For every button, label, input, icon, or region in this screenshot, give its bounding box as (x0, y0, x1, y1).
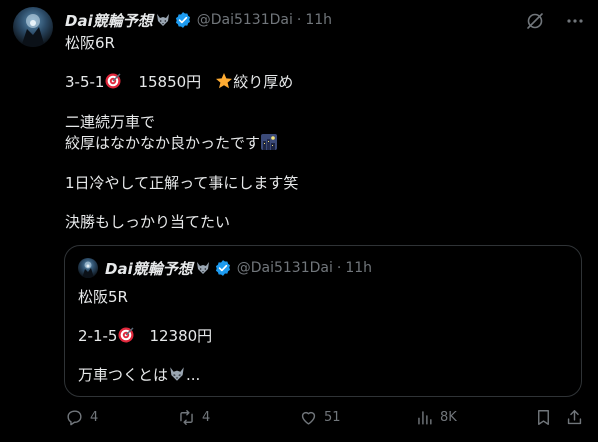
quoted-post-timestamp: 11h (345, 260, 372, 276)
view-count: 8K (440, 410, 457, 425)
night-city-emoji-icon (260, 133, 278, 156)
reply-count: 4 (90, 410, 99, 425)
quoted-bet-numbers: 2-1-5 (78, 327, 118, 345)
share-icon (567, 410, 582, 425)
post-timestamp[interactable]: 11h (305, 12, 332, 28)
wolf-emoji-icon (155, 12, 171, 28)
views-icon (418, 411, 432, 425)
verified-badge-icon (214, 259, 232, 277)
post-text-line-3: 二連続万車で (65, 113, 156, 131)
quoted-payout-amount: 12380円 (149, 327, 213, 345)
views-button[interactable]: 8K (415, 408, 457, 427)
post-text-line-6: 決勝もしっかり当てたい (65, 213, 231, 231)
strategy-note: 絞り厚め (233, 73, 294, 91)
quoted-text-line-3-text: 万車つくとは (78, 366, 169, 384)
quoted-author-avatar (78, 258, 98, 278)
bookmark-button[interactable] (534, 408, 553, 427)
quoted-text-line-3: 万車つくとは... (78, 365, 200, 388)
post-header: Dai競輪予想 @Dai5131Dai · 11h (65, 9, 332, 31)
verified-badge-icon[interactable] (174, 11, 192, 29)
wolf-emoji-icon (168, 365, 186, 388)
post[interactable]: Dai競輪予想 @Dai5131Dai · 11h 松阪6R 3-5-1 158… (0, 0, 598, 442)
quoted-author-handle: @Dai5131Dai (236, 260, 333, 276)
post-text-line-5: 1日冷やして正解って事にします笑 (65, 174, 299, 192)
reply-icon (67, 410, 82, 426)
author-name[interactable]: Dai競輪予想 (65, 10, 153, 31)
author-handle[interactable]: @Dai5131Dai (197, 12, 293, 28)
payout-amount: 15850円 (138, 73, 202, 91)
target-emoji-icon (117, 326, 135, 349)
separator-dot: · (296, 12, 302, 28)
quoted-text-ellipsis: ... (186, 366, 201, 384)
post-text-line-4: 絞厚はなかなか良かったです (65, 133, 278, 156)
star-emoji-icon (215, 72, 233, 95)
author-avatar[interactable] (13, 7, 53, 47)
like-icon (301, 411, 316, 425)
wolf-emoji-icon (195, 260, 211, 276)
bookmark-icon (538, 410, 549, 425)
repost-icon (180, 410, 193, 425)
bet-numbers: 3-5-1 (65, 73, 105, 91)
quoted-text-line-2: 2-1-5 12380円 (78, 326, 212, 349)
quoted-post-header: Dai競輪予想 @Dai5131Dai · 11h (105, 258, 372, 278)
like-count: 51 (324, 410, 341, 425)
more-icon[interactable] (565, 11, 585, 31)
post-action-bar: 4 4 51 8K (65, 408, 585, 432)
quoted-avatar-image (82, 261, 94, 278)
avatar-image (21, 14, 45, 47)
post-top-actions (525, 11, 585, 31)
repost-count: 4 (202, 410, 211, 425)
grok-icon[interactable] (525, 11, 545, 31)
quoted-author-name: Dai競輪予想 (105, 259, 193, 278)
share-button[interactable] (565, 408, 584, 427)
post-text-line-1: 松阪6R (65, 34, 115, 52)
like-button[interactable]: 51 (299, 408, 341, 427)
reply-button[interactable]: 4 (65, 408, 98, 427)
author-name-text: Dai競輪予想 (65, 11, 153, 30)
separator-dot: · (336, 260, 342, 276)
post-text-line-2: 3-5-1 15850円 絞り厚め (65, 72, 293, 95)
post-text-line-4-text: 絞厚はなかなか良かったです (65, 134, 261, 152)
quoted-post[interactable]: Dai競輪予想 @Dai5131Dai · 11h 松阪5R 2-1-5 1238… (64, 245, 582, 397)
target-emoji-icon (104, 72, 122, 95)
quoted-text-line-1: 松阪5R (78, 288, 128, 306)
repost-button[interactable]: 4 (177, 408, 210, 427)
